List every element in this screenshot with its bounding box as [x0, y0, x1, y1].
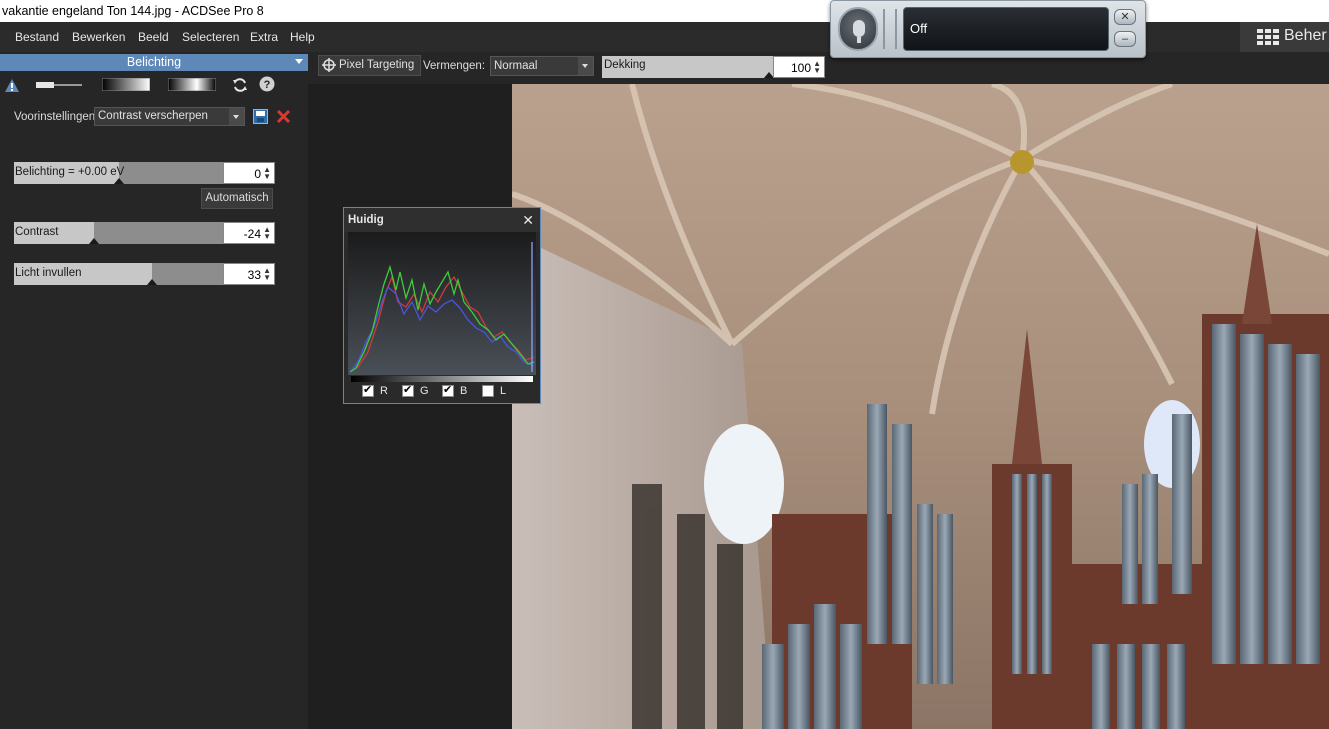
shadow-gradient-icon[interactable] [102, 78, 150, 91]
channel-b-label: B [460, 385, 468, 397]
panel-header[interactable]: Belichting [0, 54, 308, 71]
edit-toolbar: Pixel Targeting Vermengen: Normaal Dekki… [308, 52, 1329, 84]
blend-mode-label: Vermengen: [423, 60, 486, 72]
exposure-label: Belichting = +0.00 eV [15, 166, 125, 178]
warning-icon[interactable] [4, 78, 20, 93]
exposure-slider-thumb[interactable] [114, 178, 124, 184]
chevron-down-icon [229, 108, 244, 125]
spin-arrows-icon[interactable]: ▲ ▼ [263, 166, 271, 181]
refresh-icon[interactable] [232, 77, 248, 93]
manage-mode-label: Beher [1284, 27, 1327, 44]
fill-light-input[interactable]: 33 ▲ ▼ [223, 263, 275, 285]
contrast-input[interactable]: -24 ▲ ▼ [223, 222, 275, 244]
fill-light-value: 33 [247, 268, 261, 282]
contrast-label: Contrast [15, 226, 59, 238]
presets-select[interactable]: Contrast verscherpen [94, 107, 245, 126]
channel-l-label: L [500, 385, 507, 397]
voice-status: Off [910, 21, 928, 36]
minimize-icon[interactable]: – [1114, 31, 1136, 47]
fill-light-slider-thumb[interactable] [147, 279, 157, 285]
contrast-slider-thumb[interactable] [89, 238, 99, 244]
channel-l-checkbox[interactable] [482, 385, 494, 397]
exposure-warning-toggle-icon[interactable] [36, 79, 84, 91]
panel-title: Belichting [126, 55, 182, 69]
highlight-gradient-icon[interactable] [168, 78, 216, 91]
channel-g-label: G [420, 385, 429, 397]
microphone-stand [857, 37, 861, 43]
chevron-down-icon [578, 57, 593, 75]
spin-arrows-icon[interactable]: ▲ ▼ [263, 226, 271, 241]
panel-toolbar: ? [0, 74, 308, 98]
help-icon[interactable]: ? [259, 76, 275, 92]
opacity-value: 100 [790, 61, 811, 75]
spin-arrows-icon[interactable]: ▲ ▼ [813, 60, 821, 75]
channel-b-checkbox[interactable] [442, 383, 454, 397]
chevron-down-icon[interactable] [295, 59, 303, 64]
microphone-icon [853, 20, 865, 37]
contrast-value: -24 [243, 227, 261, 241]
opacity-input[interactable]: 100 ▲ ▼ [773, 56, 825, 78]
close-icon[interactable]: ✕ [1114, 9, 1136, 25]
photo-preview[interactable] [512, 84, 1329, 729]
close-icon[interactable]: ✕ [522, 212, 534, 229]
menu-bewerken[interactable]: Bewerken [72, 30, 125, 44]
histogram-plot [348, 232, 536, 375]
channel-r-label: R [380, 385, 388, 397]
presets-value: Contrast verscherpen [98, 110, 208, 122]
opacity-slider[interactable]: Dekking [602, 56, 774, 78]
histogram-window[interactable]: Huidig ✕ R G B L [343, 207, 541, 404]
menu-bestand[interactable]: Bestand [15, 30, 59, 44]
delete-icon[interactable] [276, 109, 291, 124]
blend-mode-select[interactable]: Normaal [490, 56, 594, 76]
histogram-title: Huidig [348, 214, 384, 226]
fill-light-slider[interactable]: Licht invullen [14, 263, 224, 285]
exposure-panel: Belichting ? Voorinstellingen Contrast v… [0, 52, 308, 729]
histogram-header[interactable]: Huidig ✕ [344, 208, 540, 232]
svg-text:?: ? [264, 79, 271, 91]
manage-mode-button[interactable]: Beher [1240, 22, 1329, 52]
opacity-label: Dekking [604, 59, 646, 71]
blend-mode-value: Normaal [494, 60, 538, 72]
contrast-slider[interactable]: Contrast [14, 222, 224, 244]
spin-arrows-icon[interactable]: ▲ ▼ [263, 267, 271, 282]
presets-label: Voorinstellingen [14, 111, 96, 123]
menu-help[interactable]: Help [290, 30, 315, 44]
exposure-input[interactable]: 0 ▲ ▼ [223, 162, 275, 184]
fill-light-label: Licht invullen [15, 267, 82, 279]
menu-extra[interactable]: Extra [250, 30, 278, 44]
voice-recognition-widget[interactable]: Off ✕ – [830, 0, 1146, 58]
pixel-targeting-button[interactable]: Pixel Targeting [318, 55, 421, 76]
pixel-targeting-label: Pixel Targeting [339, 59, 415, 71]
channel-r-checkbox[interactable] [362, 383, 374, 397]
image-canvas[interactable] [308, 84, 1329, 729]
menu-beeld[interactable]: Beeld [138, 30, 169, 44]
grid-icon [1257, 29, 1279, 45]
exposure-slider[interactable]: Belichting = +0.00 eV [14, 162, 224, 184]
histogram-tone-bar [351, 376, 533, 382]
crosshair-icon [322, 58, 336, 72]
save-icon[interactable] [253, 109, 268, 124]
grip-handle[interactable] [883, 9, 897, 49]
auto-exposure-button[interactable]: Automatisch [201, 188, 273, 209]
channel-g-checkbox[interactable] [402, 383, 414, 397]
exposure-value: 0 [254, 167, 261, 181]
microphone-button[interactable] [838, 7, 878, 51]
menu-selecteren[interactable]: Selecteren [182, 30, 239, 44]
voice-status-display: Off [903, 7, 1109, 51]
